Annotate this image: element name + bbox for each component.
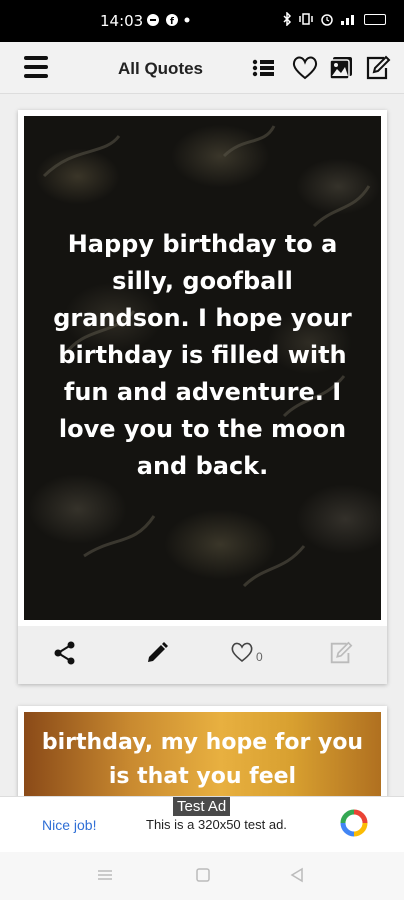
back-icon[interactable]	[288, 866, 306, 884]
edit-pencil-icon[interactable]	[145, 640, 169, 666]
ad-text: This is a 320x50 test ad.	[146, 817, 287, 832]
ad-tag: Test Ad	[173, 797, 231, 816]
ad-banner[interactable]: Test Ad Nice job! This is a 320x50 test …	[0, 796, 404, 852]
quote-image[interactable]: Happy birthday to a silly, goofball gran…	[24, 116, 381, 620]
edit-note-disabled-icon[interactable]	[328, 640, 354, 666]
status-bar: 14:03 f	[0, 0, 404, 42]
status-notification-icons: f	[146, 13, 190, 27]
quote-text: birthday, my hope for you is that you fe…	[41, 730, 364, 789]
chat-icon	[147, 14, 159, 26]
status-time: 14:03	[100, 12, 144, 30]
system-nav-bar	[0, 852, 404, 900]
dot-icon	[184, 17, 190, 23]
menu-icon[interactable]	[24, 56, 48, 78]
quote-card: Happy birthday to a silly, goofball gran…	[18, 110, 387, 684]
share-icon[interactable]	[53, 640, 77, 666]
facebook-icon: f	[166, 14, 178, 27]
gallery-icon[interactable]	[327, 54, 355, 82]
signal-icon	[341, 15, 354, 25]
page-title: All Quotes	[118, 59, 204, 78]
quote-text: Happy birthday to a silly, goofball gran…	[53, 230, 352, 480]
home-icon[interactable]	[194, 866, 212, 884]
card-actions: 0	[18, 626, 387, 684]
battery-icon	[364, 13, 386, 25]
edit-note-icon[interactable]	[364, 54, 392, 82]
favorites-heart-icon[interactable]	[291, 54, 319, 82]
status-system-icons	[282, 12, 386, 26]
recents-icon[interactable]	[96, 866, 114, 884]
like-count: 0	[256, 650, 263, 664]
heart-outline-icon	[231, 642, 253, 663]
vibrate-icon	[299, 13, 313, 25]
list-icon[interactable]	[250, 54, 278, 82]
app-bar: All Quotes	[0, 42, 404, 94]
bluetooth-icon	[283, 12, 292, 26]
alarm-icon	[321, 14, 333, 26]
ad-logo-icon	[340, 809, 368, 837]
svg-text:f: f	[170, 17, 174, 27]
quote-card: birthday, my hope for you is that you fe…	[18, 706, 387, 806]
quote-image[interactable]: birthday, my hope for you is that you fe…	[24, 712, 381, 806]
like-button[interactable]: 0	[230, 640, 263, 664]
ad-cta[interactable]: Nice job!	[42, 817, 96, 833]
